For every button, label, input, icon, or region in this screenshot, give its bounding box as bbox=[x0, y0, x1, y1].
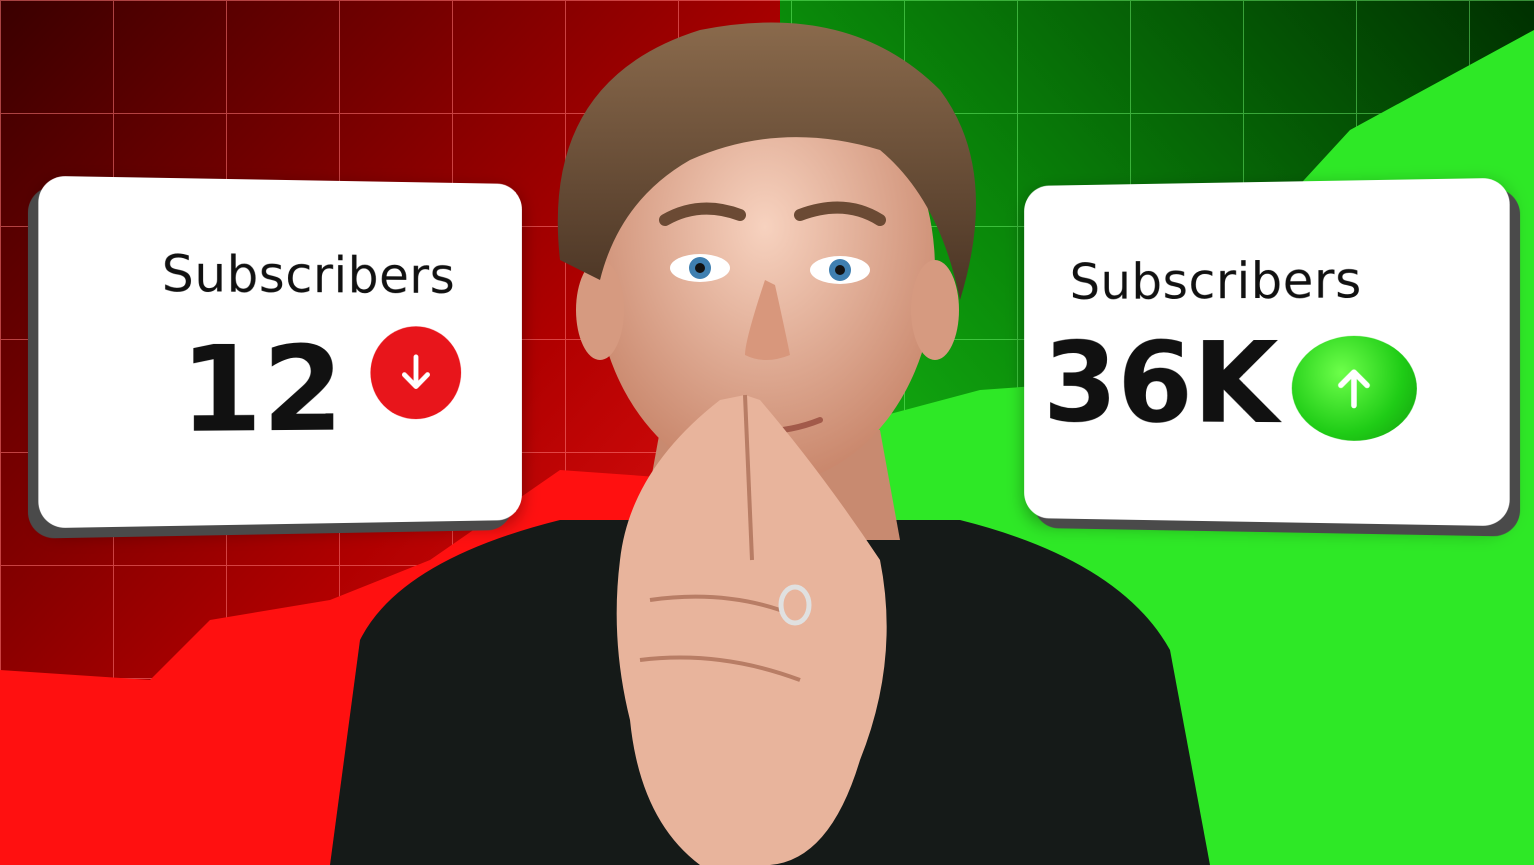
trend-down-badge bbox=[370, 326, 461, 419]
subscribers-card-right: Subscribers 36K bbox=[1024, 178, 1510, 526]
subscribers-label-right: Subscribers bbox=[1070, 251, 1362, 311]
arrow-up-icon bbox=[1329, 363, 1379, 414]
subscribers-card-left: Subscribers 12 bbox=[38, 176, 522, 529]
trend-up-badge bbox=[1292, 336, 1417, 442]
subscriber-count-right: 36K bbox=[1043, 328, 1278, 440]
subscribers-label-left: Subscribers bbox=[162, 245, 455, 305]
thumbnail: Subscribers 12 Subscribers 36K bbox=[0, 0, 1534, 865]
subscriber-count-left: 12 bbox=[180, 330, 343, 449]
arrow-down-icon bbox=[395, 351, 437, 395]
